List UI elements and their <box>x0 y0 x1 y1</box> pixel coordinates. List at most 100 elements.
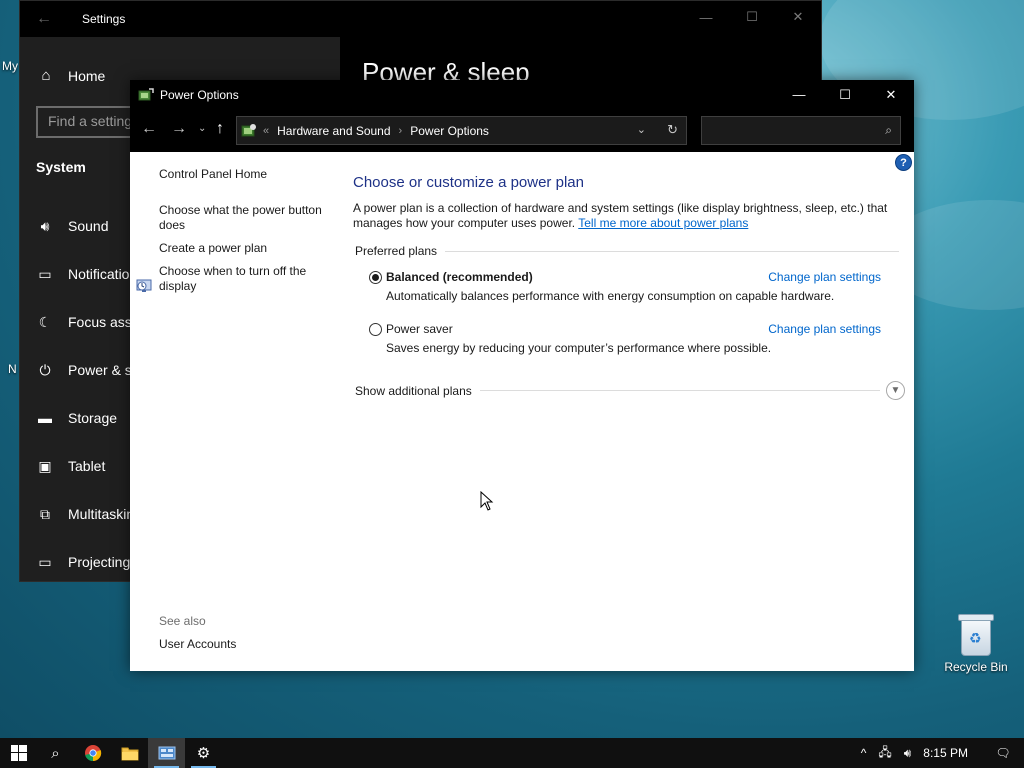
sidebar-item-label: Multitaskin <box>68 506 135 522</box>
power-options-app-icon <box>138 87 154 100</box>
control-panel-search-input[interactable]: ⌕ <box>701 116 901 145</box>
help-icon[interactable]: ? <box>895 154 912 171</box>
sidebar-item-label: Sound <box>68 218 109 234</box>
power-options-titlebar[interactable]: Power Options — ☐ ✕ <box>130 80 914 109</box>
network-icon[interactable]: 🖧︎ <box>872 738 897 768</box>
search-icon: ⌕ <box>885 123 892 137</box>
tablet-icon: ▣ <box>38 457 52 474</box>
taskbar-file-explorer[interactable] <box>111 738 148 768</box>
learn-more-link[interactable]: Tell me more about power plans <box>578 216 748 230</box>
address-toolbar: ← → ⌄ ↑ « Hardware and Sound › Power Opt… <box>130 109 914 152</box>
maximize-button[interactable]: ☐ <box>729 1 775 33</box>
close-button[interactable]: ✕ <box>868 80 914 109</box>
settings-home-link[interactable]: ⌂ Home <box>36 67 105 84</box>
recycle-bin-icon: ♻ <box>957 612 995 656</box>
change-plan-settings-link[interactable]: Change plan settings <box>768 270 881 284</box>
desktop-icon-label[interactable]: My <box>2 59 18 73</box>
show-additional-plans-label: Show additional plans <box>355 383 472 398</box>
divider <box>445 250 899 252</box>
power-options-title: Power Options <box>160 87 239 102</box>
sidebar-item-label: Storage <box>68 410 118 426</box>
show-additional-plans[interactable]: Show additional plans ▼ <box>355 381 905 400</box>
power-icon: ⏻ <box>39 361 51 378</box>
plan-radio-power-saver[interactable] <box>369 322 382 336</box>
sidebar-item-label: Notificatio <box>68 266 130 282</box>
see-also-label: See also <box>159 614 206 628</box>
breadcrumb-overflow[interactable]: « <box>263 125 269 137</box>
moon-icon: ☾ <box>38 313 52 330</box>
back-arrow-icon[interactable]: ← <box>20 10 68 28</box>
minimize-button[interactable]: — <box>776 80 822 109</box>
plan-name[interactable]: Balanced (recommended) <box>386 270 533 284</box>
plan-balanced: Balanced (recommended) Change plan setti… <box>369 269 881 303</box>
preferred-plans-header: Preferred plans <box>355 244 899 258</box>
recycle-bin-label: Recycle Bin <box>944 660 1008 674</box>
back-arrow-icon[interactable]: ← <box>141 120 157 138</box>
action-center-icon[interactable]: 🗨︎ <box>982 738 1024 768</box>
plan-radio-balanced[interactable] <box>369 270 382 284</box>
speaker-icon: 🔊︎ <box>40 217 50 234</box>
settings-titlebar[interactable]: ← Settings <box>20 1 340 37</box>
multitasking-icon: ⧉ <box>40 505 50 522</box>
change-plan-settings-link[interactable]: Change plan settings <box>768 322 881 336</box>
breadcrumb-power-options[interactable]: Power Options <box>410 124 489 138</box>
gear-icon: ⚙ <box>196 745 211 762</box>
taskbar-chrome[interactable] <box>74 738 111 768</box>
radio-selected-dot <box>372 273 379 281</box>
clock[interactable]: 8:15 PM <box>917 738 982 768</box>
up-arrow-icon[interactable]: ↑ <box>216 120 224 138</box>
taskbar-search-button[interactable]: ⌕ <box>37 738 74 768</box>
power-options-window[interactable]: Power Options — ☐ ✕ ← → ⌄ ↑ « Hardware a… <box>130 80 914 671</box>
turn-off-display-link[interactable]: Choose when to turn off the display <box>159 264 339 294</box>
show-hidden-icons-chevron-icon[interactable]: ^ <box>855 738 873 768</box>
user-accounts-link[interactable]: User Accounts <box>159 637 236 651</box>
control-panel-home-link[interactable]: Control Panel Home <box>159 167 339 182</box>
mouse-cursor-icon <box>480 491 494 511</box>
notification-icon: ▭ <box>38 265 52 282</box>
address-dropdown-icon[interactable]: ⌄ <box>637 123 646 136</box>
settings-home-label: Home <box>68 67 106 84</box>
search-icon: ⌕ <box>51 744 60 762</box>
minimize-button[interactable]: — <box>683 1 729 33</box>
preferred-plans-label: Preferred plans <box>355 244 438 258</box>
close-button[interactable]: ✕ <box>775 1 821 33</box>
display-clock-icon <box>136 279 152 292</box>
plan-description: Automatically balances performance with … <box>386 289 835 303</box>
page-description: A power plan is a collection of hardware… <box>353 201 901 231</box>
maximize-button[interactable]: ☐ <box>822 80 868 109</box>
plan-power-saver: Power saver Change plan settings Saves e… <box>369 321 881 355</box>
page-title: Choose or customize a power plan <box>353 174 584 191</box>
settings-window-controls: — ☐ ✕ <box>683 1 821 33</box>
projecting-icon: ▭ <box>38 553 52 570</box>
home-icon: ⌂ <box>41 67 51 84</box>
sidebar-item-label: Tablet <box>68 458 106 474</box>
address-bar[interactable]: « Hardware and Sound › Power Options ⌄ ↻ <box>236 116 687 145</box>
recycle-bin-shortcut[interactable]: ♻ Recycle Bin <box>940 612 1012 674</box>
create-power-plan-link[interactable]: Create a power plan <box>159 241 339 256</box>
taskbar-settings[interactable]: ⚙ <box>185 738 222 768</box>
breadcrumb-separator-icon[interactable]: › <box>399 125 403 137</box>
windows-logo-icon <box>10 745 27 761</box>
main-pane: Choose or customize a power plan A power… <box>353 174 905 400</box>
settings-section-title: System <box>36 159 86 175</box>
divider <box>479 390 880 391</box>
left-task-pane: Control Panel Home Choose what the power… <box>136 167 339 302</box>
power-button-link[interactable]: Choose what the power button does <box>159 203 339 233</box>
expand-chevron-icon[interactable]: ▼ <box>886 381 905 400</box>
start-button[interactable] <box>0 738 37 768</box>
sidebar-item-label: Projecting <box>68 554 131 570</box>
desktop-icon-label[interactable]: N <box>8 362 17 376</box>
plan-description: Saves energy by reducing your computer’s… <box>386 341 772 355</box>
refresh-icon[interactable]: ↻ <box>667 122 678 138</box>
forward-arrow-icon[interactable]: → <box>171 120 187 138</box>
sidebar-item-label: Power & sl <box>68 362 135 378</box>
volume-icon[interactable]: 🔊︎ <box>898 738 918 768</box>
plan-name[interactable]: Power saver <box>386 322 453 336</box>
storage-icon: ▬ <box>38 410 52 426</box>
taskbar-control-panel[interactable] <box>148 738 185 768</box>
recent-locations-chevron-icon[interactable]: ⌄ <box>198 123 206 134</box>
breadcrumb-hardware-and-sound[interactable]: Hardware and Sound <box>277 124 390 138</box>
control-panel-icon <box>241 123 256 136</box>
taskbar: ⌕ ⚙ ^ 🖧︎ 🔊︎ 8:15 PM 🗨︎ <box>0 738 1024 768</box>
settings-title: Settings <box>82 12 126 26</box>
